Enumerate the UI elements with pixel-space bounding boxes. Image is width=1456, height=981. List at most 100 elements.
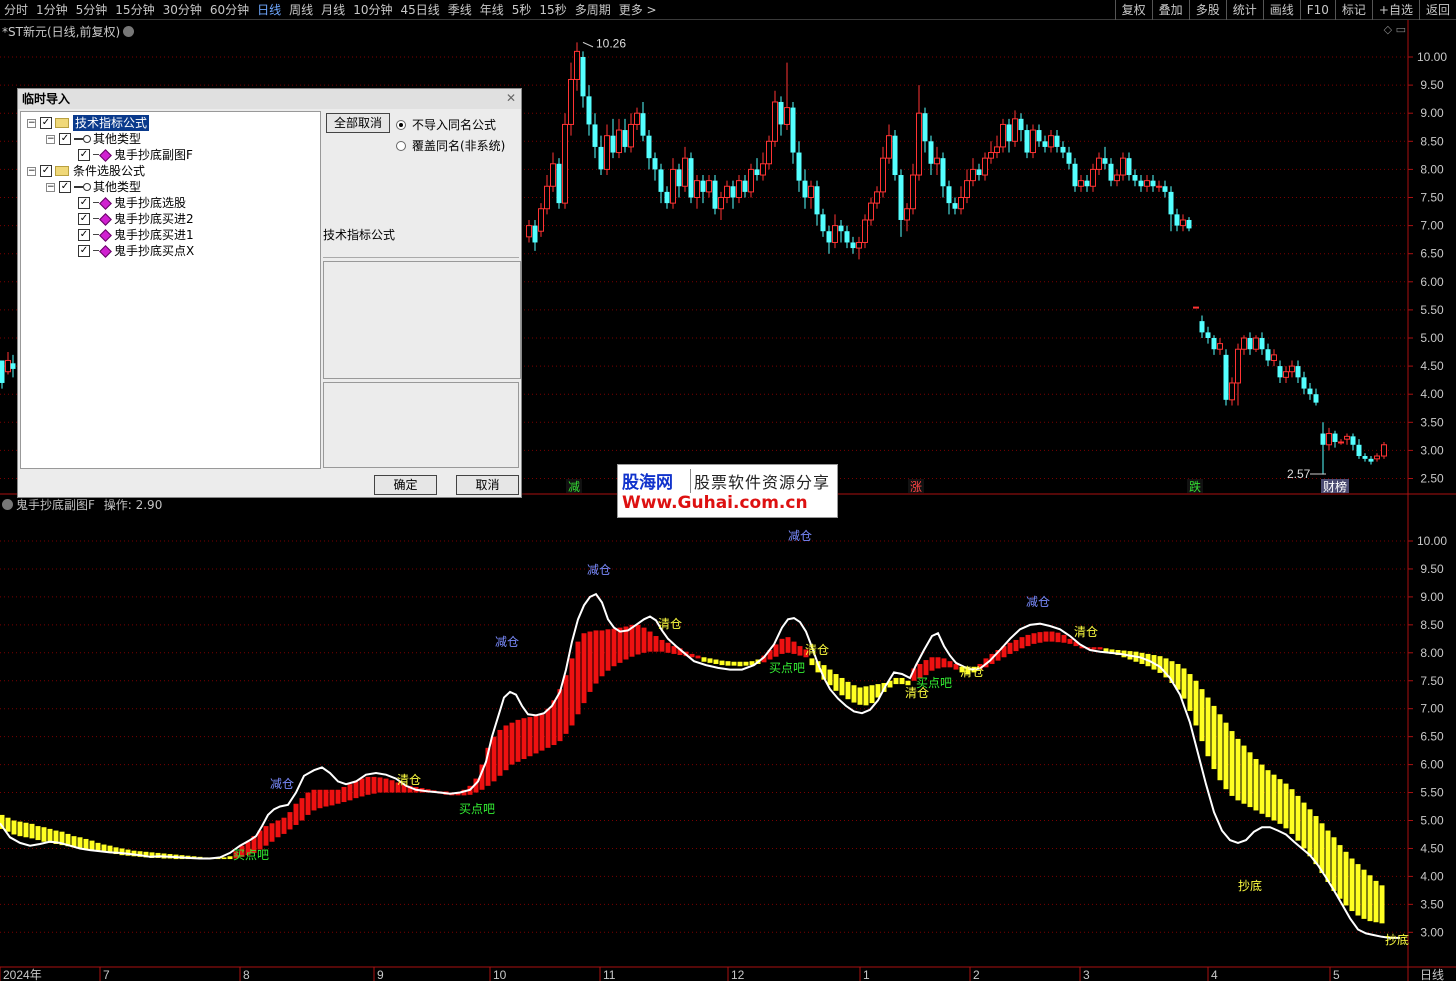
price-tick-label: 4.00 (1420, 387, 1444, 401)
time-label: 10 (493, 968, 507, 981)
indicator-bar (335, 789, 341, 804)
indicator-tick-label: 7.00 (1420, 702, 1444, 716)
tool-button[interactable]: 返回 (1418, 0, 1456, 20)
collapse-icon[interactable]: − (27, 118, 36, 128)
checkbox[interactable]: ✓ (78, 245, 90, 257)
period-tab[interactable]: 日线 (253, 0, 285, 20)
candle-body (1368, 458, 1374, 462)
tool-button[interactable]: 复权 (1114, 0, 1152, 20)
marker-label: 减 (568, 480, 580, 494)
period-tab[interactable]: 多周期 (571, 0, 615, 20)
indicator-bar (299, 798, 305, 821)
collapse-icon[interactable]: − (46, 134, 55, 144)
candle-body (964, 180, 970, 198)
candle-body (1150, 180, 1156, 187)
signal-label: 清仓 (658, 617, 682, 631)
candle-body (586, 96, 592, 125)
formula-type-label: 技术指标公式 (323, 228, 396, 242)
tool-button[interactable]: 标记 (1334, 0, 1372, 20)
tool-button[interactable]: 叠加 (1151, 0, 1189, 20)
period-tab[interactable]: 季线 (444, 0, 476, 20)
candle-body (1072, 163, 1078, 187)
indicator-bar (1283, 783, 1289, 829)
tree-node[interactable]: ✓ 鬼手抄底买点X (65, 243, 194, 259)
indicator-bar (227, 856, 233, 860)
signal-label: 抄底 (1238, 878, 1262, 893)
tool-button[interactable]: 多股 (1188, 0, 1226, 20)
candle-body (1096, 157, 1102, 170)
period-tab[interactable]: 更多 > (615, 0, 661, 20)
close-icon[interactable]: ✕ (505, 92, 517, 104)
tree-node[interactable]: − ✓ 其他类型 (46, 179, 141, 195)
checkbox[interactable]: ✓ (78, 149, 90, 161)
candle-body (1060, 146, 1066, 153)
candle-body (892, 135, 898, 176)
checkbox[interactable]: ✓ (78, 197, 90, 209)
radio-dot[interactable] (396, 140, 406, 151)
tree-node[interactable]: ✓ 鬼手抄底买进2 (65, 211, 194, 227)
period-tab[interactable]: 15分钟 (111, 0, 158, 20)
checkbox[interactable]: ✓ (40, 165, 52, 177)
tool-button[interactable]: F10 (1299, 0, 1335, 20)
period-tab[interactable]: 5分钟 (72, 0, 112, 20)
indicator-bar (617, 627, 623, 663)
checkbox[interactable]: ✓ (40, 117, 52, 129)
checkbox[interactable]: ✓ (78, 213, 90, 225)
tree-node[interactable]: ✓ 鬼手抄底副图F (65, 147, 193, 163)
period-tab[interactable]: 30分钟 (159, 0, 206, 20)
period-tab[interactable]: 15秒 (535, 0, 570, 20)
checkbox[interactable]: ✓ (78, 229, 90, 241)
parameter-box (323, 382, 519, 468)
tree-node[interactable]: − ✓ 技术指标公式 (27, 115, 150, 131)
indicator-bar (1373, 880, 1379, 923)
tool-button[interactable]: 统计 (1225, 0, 1263, 20)
diamond-icon[interactable]: ◇ (1384, 23, 1392, 36)
candle-body (928, 141, 934, 164)
period-tab[interactable]: 1分钟 (32, 0, 72, 20)
collapse-icon[interactable]: − (27, 166, 36, 176)
candle-body (1036, 130, 1042, 142)
indicator-bar (1235, 738, 1241, 801)
period-tab[interactable]: 60分钟 (206, 0, 253, 20)
period-tab[interactable]: 分时 (0, 0, 32, 20)
candle-body (1168, 191, 1174, 215)
indicator-bar (863, 686, 869, 706)
period-tab[interactable]: 10分钟 (349, 0, 396, 20)
indicator-settings-icon[interactable] (2, 499, 13, 510)
checkbox[interactable]: ✓ (59, 181, 71, 193)
cancel-button[interactable]: 取消 (456, 475, 519, 495)
indicator-bar (263, 826, 269, 846)
indicator-bar (1343, 851, 1349, 906)
period-tab[interactable]: 5秒 (508, 0, 536, 20)
period-tab[interactable]: 年线 (476, 0, 508, 20)
tree-label: 鬼手抄底副图F (114, 148, 193, 162)
signal-label: 减仓 (587, 563, 611, 577)
period-tab[interactable]: 周线 (285, 0, 317, 20)
tool-button[interactable]: +自选 (1371, 0, 1419, 20)
radio-skip-same[interactable]: 不导入同名公式 (396, 116, 496, 133)
tree-label: 条件选股公式 (73, 164, 146, 178)
indicator-bar (1325, 830, 1331, 882)
ok-button[interactable]: 确定 (374, 475, 437, 495)
tree-node[interactable]: − ✓ 条件选股公式 (27, 163, 145, 179)
tree-node[interactable]: − ✓ 其他类型 (46, 131, 141, 147)
candle-body (718, 197, 724, 210)
tool-button[interactable]: 画线 (1262, 0, 1300, 20)
candle-body (1381, 444, 1387, 457)
tree-node[interactable]: ✓ 鬼手抄底选股 (65, 195, 186, 211)
radio-dot[interactable] (396, 119, 406, 130)
indicator-bar (1055, 632, 1061, 643)
indicator-tick-label: 7.50 (1420, 674, 1444, 688)
price-tick-label: 10.00 (1417, 50, 1447, 64)
period-tab[interactable]: 45日线 (396, 0, 443, 20)
cancel-all-button[interactable]: 全部取消 (326, 113, 390, 133)
period-tab[interactable]: 月线 (317, 0, 349, 20)
candle-body (1265, 349, 1271, 361)
radio-overwrite[interactable]: 覆盖同名(非系统) (396, 137, 505, 154)
tree-node[interactable]: ✓ 鬼手抄底买进1 (65, 227, 194, 243)
collapse-icon[interactable]: − (46, 182, 55, 192)
checkbox[interactable]: ✓ (59, 133, 71, 145)
restore-icon[interactable]: ▭ (1396, 23, 1406, 36)
settings-icon[interactable] (123, 26, 135, 37)
candle-body (562, 123, 568, 204)
